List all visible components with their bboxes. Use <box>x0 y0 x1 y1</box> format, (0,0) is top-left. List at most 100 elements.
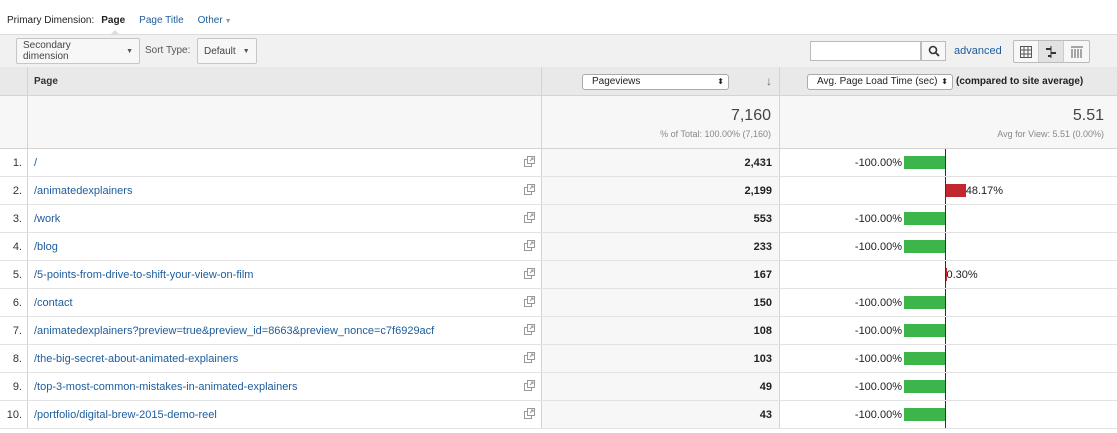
table-body: 1. / 2,431 -100.00% 2. /animatedexplainers 2,1… <box>0 149 1117 429</box>
select-arrows-icon: ⬍ <box>717 77 724 86</box>
chevron-down-icon: ▼ <box>242 47 250 55</box>
table-row: 1. / 2,431 -100.00% <box>0 149 1117 177</box>
search-input[interactable] <box>810 41 921 61</box>
primary-dimension-page[interactable]: Page <box>101 15 125 26</box>
pivot-icon <box>1070 46 1083 58</box>
negative-delta-bar <box>904 324 945 337</box>
table-view-button[interactable] <box>1014 41 1039 62</box>
delta-label: -100.00% <box>854 353 902 365</box>
search-button[interactable] <box>921 41 946 61</box>
comparison-metric-select[interactable]: Avg. Page Load Time (sec) ⬍ <box>807 74 953 90</box>
data-table: Page Pageviews ⬍ ↓ Avg. Page Load Time (… <box>0 67 1117 429</box>
comparison-axis <box>945 289 946 316</box>
page-link[interactable]: /5-points-from-drive-to-shift-your-view-… <box>34 269 253 281</box>
delta-label: 48.17% <box>965 185 1004 197</box>
pivot-view-button[interactable] <box>1064 41 1089 62</box>
delta-label: -100.00% <box>854 213 902 225</box>
open-page-icon[interactable] <box>524 408 535 422</box>
page-link[interactable]: /the-big-secret-about-animated-explainer… <box>34 353 238 365</box>
chevron-down-icon: ▼ <box>224 17 232 25</box>
row-number: 1. <box>12 157 22 169</box>
pageviews-value: 43 <box>759 409 772 421</box>
chevron-down-icon: ▼ <box>126 47 133 55</box>
sort-descending-icon[interactable]: ↓ <box>766 74 772 88</box>
delta-label: -100.00% <box>854 157 902 169</box>
open-page-icon[interactable] <box>524 156 535 170</box>
table-row: 2. /animatedexplainers 2,199 48.17% <box>0 177 1117 205</box>
avg-load-time-sub: Avg for View: 5.51 (0.00%) <box>997 129 1104 139</box>
row-number: 9. <box>12 381 22 393</box>
metric-select[interactable]: Pageviews ⬍ <box>582 74 729 90</box>
table-row: 4. /blog 233 -100.00% <box>0 233 1117 261</box>
page-link[interactable]: /portfolio/digital-brew-2015-demo-reel <box>34 409 217 421</box>
table-row: 8. /the-big-secret-about-animated-explain… <box>0 345 1117 373</box>
page-link[interactable]: /top-3-most-common-mistakes-in-animated-… <box>34 381 297 393</box>
table-header: Page Pageviews ⬍ ↓ Avg. Page Load Time (… <box>0 67 1117 96</box>
negative-delta-bar <box>904 296 945 309</box>
select-arrows-icon: ⬍ <box>941 77 948 86</box>
open-page-icon[interactable] <box>524 324 535 338</box>
negative-delta-bar <box>904 212 945 225</box>
open-page-icon[interactable] <box>524 240 535 254</box>
summary-row: 7,160 % of Total: 100.00% (7,160) 5.51 A… <box>0 96 1117 149</box>
positive-delta-bar <box>946 184 966 197</box>
grid-icon <box>1020 45 1032 58</box>
open-page-icon[interactable] <box>524 380 535 394</box>
page-link[interactable]: /animatedexplainers?preview=true&preview… <box>34 325 434 337</box>
total-pageviews-sub: % of Total: 100.00% (7,160) <box>660 129 771 139</box>
sort-type-label: Sort Type: <box>145 45 191 56</box>
open-page-icon[interactable] <box>524 296 535 310</box>
primary-dimension-label: Primary Dimension: <box>7 14 95 26</box>
comparison-view-button[interactable] <box>1039 41 1064 62</box>
pageviews-value: 150 <box>753 297 772 309</box>
open-page-icon[interactable] <box>524 352 535 366</box>
sort-type-dropdown[interactable]: Default ▼ <box>197 38 257 64</box>
secondary-dimension-label: Secondary dimension <box>23 40 71 62</box>
comparison-axis <box>945 205 946 232</box>
row-number: 4. <box>12 241 22 253</box>
page-link[interactable]: / <box>34 157 37 169</box>
toolbar: Secondary dimension ▼ Sort Type: Default… <box>0 34 1117 67</box>
open-page-icon[interactable] <box>524 184 535 198</box>
pageviews-value: 233 <box>753 241 772 253</box>
table-row: 3. /work 553 -100.00% <box>0 205 1117 233</box>
delta-label: 0.30% <box>946 269 978 281</box>
primary-dimension-other[interactable]: Other ▼ <box>198 15 232 26</box>
comparison-axis <box>945 345 946 372</box>
negative-delta-bar <box>904 240 945 253</box>
comparison-metric-value: Avg. Page Load Time (sec) <box>817 76 938 87</box>
sort-type-value: Default <box>204 45 236 57</box>
delta-label: -100.00% <box>854 325 902 337</box>
comparison-axis <box>945 317 946 344</box>
primary-dimension-bar: Primary Dimension: Page Page Title Other… <box>0 10 1117 30</box>
comparison-axis <box>945 401 946 428</box>
page-link[interactable]: /work <box>34 213 60 225</box>
avg-load-time: 5.51 <box>1072 107 1104 124</box>
row-number: 10. <box>6 409 22 421</box>
pageviews-value: 108 <box>753 325 772 337</box>
primary-dimension-page-title[interactable]: Page Title <box>139 15 183 26</box>
secondary-dimension-dropdown[interactable]: Secondary dimension ▼ <box>16 38 140 64</box>
row-number: 8. <box>12 353 22 365</box>
delta-label: -100.00% <box>854 241 902 253</box>
metric-select-value: Pageviews <box>592 76 641 87</box>
search-icon <box>928 45 940 57</box>
pageviews-value: 103 <box>753 353 772 365</box>
comparison-axis <box>945 233 946 260</box>
page-link[interactable]: /blog <box>34 241 58 253</box>
open-page-icon[interactable] <box>524 268 535 282</box>
negative-delta-bar <box>904 352 945 365</box>
row-number: 6. <box>12 297 22 309</box>
negative-delta-bar <box>904 408 945 421</box>
row-number: 3. <box>12 213 22 225</box>
column-header-page[interactable]: Page <box>34 76 58 87</box>
negative-delta-bar <box>904 156 945 169</box>
open-page-icon[interactable] <box>524 212 535 226</box>
pageviews-value: 49 <box>759 381 772 393</box>
total-pageviews: 7,160 <box>730 107 771 124</box>
advanced-filter-link[interactable]: advanced <box>954 45 1002 57</box>
comparison-axis <box>945 177 946 204</box>
page-link[interactable]: /animatedexplainers <box>34 185 132 197</box>
page-link[interactable]: /contact <box>34 297 73 309</box>
pageviews-value: 553 <box>753 213 772 225</box>
